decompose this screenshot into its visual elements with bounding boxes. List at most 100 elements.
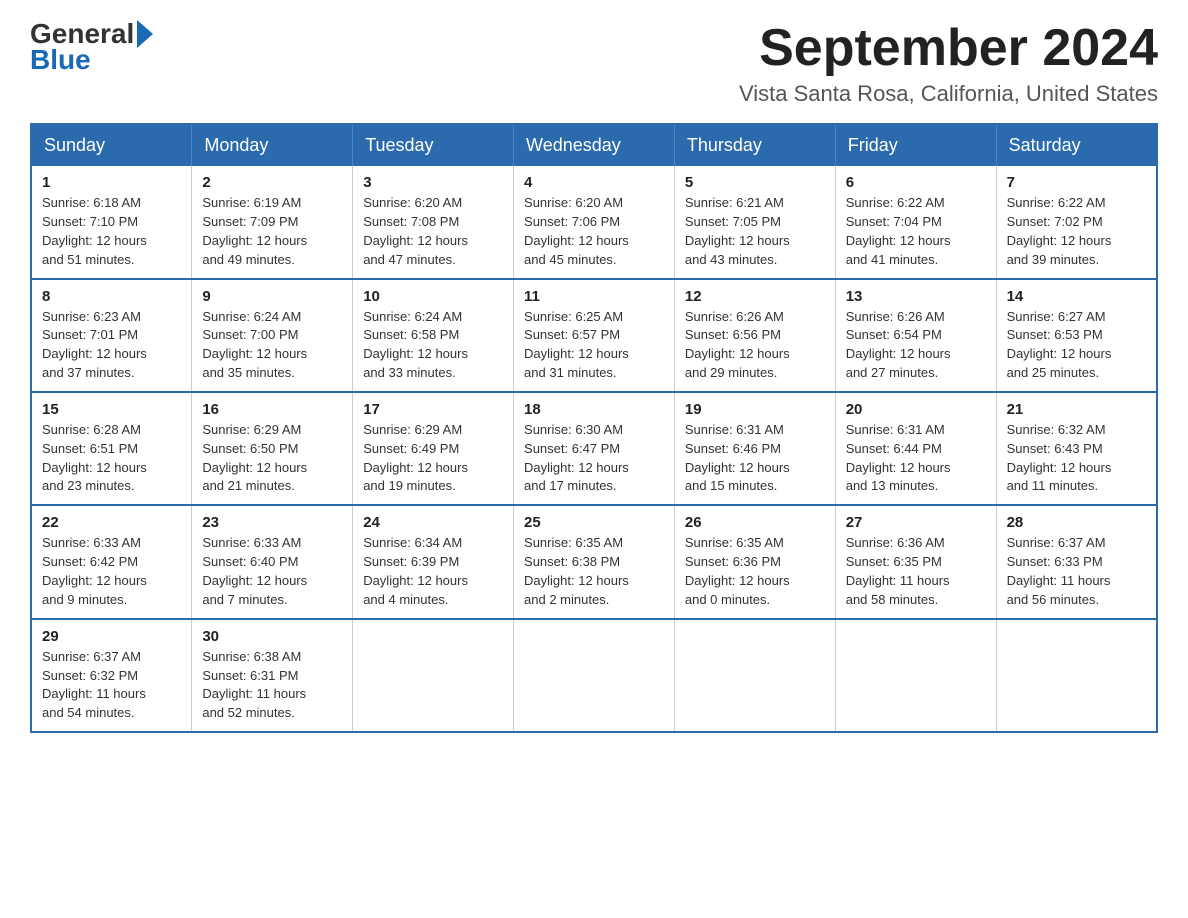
calendar-cell: 19 Sunrise: 6:31 AMSunset: 6:46 PMDaylig… — [674, 392, 835, 505]
day-info: Sunrise: 6:35 AMSunset: 6:36 PMDaylight:… — [685, 535, 790, 607]
day-info: Sunrise: 6:29 AMSunset: 6:50 PMDaylight:… — [202, 422, 307, 494]
calendar-cell — [835, 619, 996, 732]
day-info: Sunrise: 6:24 AMSunset: 6:58 PMDaylight:… — [363, 309, 468, 381]
header-wednesday: Wednesday — [514, 124, 675, 166]
week-row-5: 29 Sunrise: 6:37 AMSunset: 6:32 PMDaylig… — [31, 619, 1157, 732]
day-info: Sunrise: 6:25 AMSunset: 6:57 PMDaylight:… — [524, 309, 629, 381]
day-number: 8 — [42, 288, 181, 305]
calendar-cell — [996, 619, 1157, 732]
day-info: Sunrise: 6:37 AMSunset: 6:33 PMDaylight:… — [1007, 535, 1111, 607]
day-number: 30 — [202, 628, 342, 645]
day-number: 12 — [685, 288, 825, 305]
day-info: Sunrise: 6:35 AMSunset: 6:38 PMDaylight:… — [524, 535, 629, 607]
day-info: Sunrise: 6:20 AMSunset: 7:08 PMDaylight:… — [363, 195, 468, 267]
calendar-cell: 22 Sunrise: 6:33 AMSunset: 6:42 PMDaylig… — [31, 505, 192, 618]
weekday-header-row: Sunday Monday Tuesday Wednesday Thursday… — [31, 124, 1157, 166]
day-info: Sunrise: 6:33 AMSunset: 6:40 PMDaylight:… — [202, 535, 307, 607]
logo-blue-text: Blue — [30, 46, 153, 74]
day-number: 16 — [202, 401, 342, 418]
day-number: 13 — [846, 288, 986, 305]
day-number: 4 — [524, 174, 664, 191]
day-number: 9 — [202, 288, 342, 305]
header-sunday: Sunday — [31, 124, 192, 166]
calendar-cell: 25 Sunrise: 6:35 AMSunset: 6:38 PMDaylig… — [514, 505, 675, 618]
day-info: Sunrise: 6:24 AMSunset: 7:00 PMDaylight:… — [202, 309, 307, 381]
day-number: 22 — [42, 514, 181, 531]
calendar-cell: 13 Sunrise: 6:26 AMSunset: 6:54 PMDaylig… — [835, 279, 996, 392]
day-number: 11 — [524, 288, 664, 305]
header-saturday: Saturday — [996, 124, 1157, 166]
day-info: Sunrise: 6:29 AMSunset: 6:49 PMDaylight:… — [363, 422, 468, 494]
calendar-cell: 20 Sunrise: 6:31 AMSunset: 6:44 PMDaylig… — [835, 392, 996, 505]
header-friday: Friday — [835, 124, 996, 166]
location-subtitle: Vista Santa Rosa, California, United Sta… — [739, 81, 1158, 107]
day-number: 7 — [1007, 174, 1146, 191]
day-info: Sunrise: 6:30 AMSunset: 6:47 PMDaylight:… — [524, 422, 629, 494]
header-monday: Monday — [192, 124, 353, 166]
day-info: Sunrise: 6:23 AMSunset: 7:01 PMDaylight:… — [42, 309, 147, 381]
day-number: 19 — [685, 401, 825, 418]
logo-arrow-icon — [137, 20, 153, 48]
day-info: Sunrise: 6:22 AMSunset: 7:04 PMDaylight:… — [846, 195, 951, 267]
calendar-cell: 7 Sunrise: 6:22 AMSunset: 7:02 PMDayligh… — [996, 166, 1157, 278]
calendar-cell: 23 Sunrise: 6:33 AMSunset: 6:40 PMDaylig… — [192, 505, 353, 618]
day-info: Sunrise: 6:28 AMSunset: 6:51 PMDaylight:… — [42, 422, 147, 494]
week-row-1: 1 Sunrise: 6:18 AMSunset: 7:10 PMDayligh… — [31, 166, 1157, 278]
day-info: Sunrise: 6:22 AMSunset: 7:02 PMDaylight:… — [1007, 195, 1112, 267]
calendar-cell: 29 Sunrise: 6:37 AMSunset: 6:32 PMDaylig… — [31, 619, 192, 732]
day-number: 6 — [846, 174, 986, 191]
day-number: 15 — [42, 401, 181, 418]
day-info: Sunrise: 6:38 AMSunset: 6:31 PMDaylight:… — [202, 649, 306, 721]
day-info: Sunrise: 6:31 AMSunset: 6:44 PMDaylight:… — [846, 422, 951, 494]
day-number: 2 — [202, 174, 342, 191]
calendar-cell: 24 Sunrise: 6:34 AMSunset: 6:39 PMDaylig… — [353, 505, 514, 618]
day-number: 14 — [1007, 288, 1146, 305]
calendar-cell: 26 Sunrise: 6:35 AMSunset: 6:36 PMDaylig… — [674, 505, 835, 618]
day-info: Sunrise: 6:20 AMSunset: 7:06 PMDaylight:… — [524, 195, 629, 267]
calendar-cell: 1 Sunrise: 6:18 AMSunset: 7:10 PMDayligh… — [31, 166, 192, 278]
calendar-cell: 4 Sunrise: 6:20 AMSunset: 7:06 PMDayligh… — [514, 166, 675, 278]
header-tuesday: Tuesday — [353, 124, 514, 166]
day-info: Sunrise: 6:34 AMSunset: 6:39 PMDaylight:… — [363, 535, 468, 607]
day-info: Sunrise: 6:26 AMSunset: 6:56 PMDaylight:… — [685, 309, 790, 381]
calendar-cell: 16 Sunrise: 6:29 AMSunset: 6:50 PMDaylig… — [192, 392, 353, 505]
calendar-cell: 12 Sunrise: 6:26 AMSunset: 6:56 PMDaylig… — [674, 279, 835, 392]
day-number: 20 — [846, 401, 986, 418]
day-number: 21 — [1007, 401, 1146, 418]
header-thursday: Thursday — [674, 124, 835, 166]
calendar-cell: 14 Sunrise: 6:27 AMSunset: 6:53 PMDaylig… — [996, 279, 1157, 392]
calendar-table: Sunday Monday Tuesday Wednesday Thursday… — [30, 123, 1158, 733]
day-number: 5 — [685, 174, 825, 191]
logo: General Blue — [30, 20, 153, 74]
calendar-cell: 9 Sunrise: 6:24 AMSunset: 7:00 PMDayligh… — [192, 279, 353, 392]
calendar-cell: 3 Sunrise: 6:20 AMSunset: 7:08 PMDayligh… — [353, 166, 514, 278]
day-number: 25 — [524, 514, 664, 531]
calendar-cell — [353, 619, 514, 732]
calendar-cell: 11 Sunrise: 6:25 AMSunset: 6:57 PMDaylig… — [514, 279, 675, 392]
day-number: 28 — [1007, 514, 1146, 531]
calendar-cell: 18 Sunrise: 6:30 AMSunset: 6:47 PMDaylig… — [514, 392, 675, 505]
day-number: 1 — [42, 174, 181, 191]
day-number: 10 — [363, 288, 503, 305]
calendar-cell: 17 Sunrise: 6:29 AMSunset: 6:49 PMDaylig… — [353, 392, 514, 505]
day-info: Sunrise: 6:21 AMSunset: 7:05 PMDaylight:… — [685, 195, 790, 267]
title-area: September 2024 Vista Santa Rosa, Califor… — [739, 20, 1158, 107]
week-row-2: 8 Sunrise: 6:23 AMSunset: 7:01 PMDayligh… — [31, 279, 1157, 392]
day-number: 17 — [363, 401, 503, 418]
calendar-cell: 2 Sunrise: 6:19 AMSunset: 7:09 PMDayligh… — [192, 166, 353, 278]
day-number: 29 — [42, 628, 181, 645]
calendar-cell: 5 Sunrise: 6:21 AMSunset: 7:05 PMDayligh… — [674, 166, 835, 278]
day-number: 3 — [363, 174, 503, 191]
day-info: Sunrise: 6:36 AMSunset: 6:35 PMDaylight:… — [846, 535, 950, 607]
day-info: Sunrise: 6:26 AMSunset: 6:54 PMDaylight:… — [846, 309, 951, 381]
day-info: Sunrise: 6:27 AMSunset: 6:53 PMDaylight:… — [1007, 309, 1112, 381]
calendar-cell — [514, 619, 675, 732]
page-header: General Blue September 2024 Vista Santa … — [30, 20, 1158, 107]
calendar-cell: 8 Sunrise: 6:23 AMSunset: 7:01 PMDayligh… — [31, 279, 192, 392]
calendar-cell: 28 Sunrise: 6:37 AMSunset: 6:33 PMDaylig… — [996, 505, 1157, 618]
day-info: Sunrise: 6:31 AMSunset: 6:46 PMDaylight:… — [685, 422, 790, 494]
day-info: Sunrise: 6:19 AMSunset: 7:09 PMDaylight:… — [202, 195, 307, 267]
calendar-cell: 10 Sunrise: 6:24 AMSunset: 6:58 PMDaylig… — [353, 279, 514, 392]
day-info: Sunrise: 6:33 AMSunset: 6:42 PMDaylight:… — [42, 535, 147, 607]
month-title: September 2024 — [739, 20, 1158, 77]
